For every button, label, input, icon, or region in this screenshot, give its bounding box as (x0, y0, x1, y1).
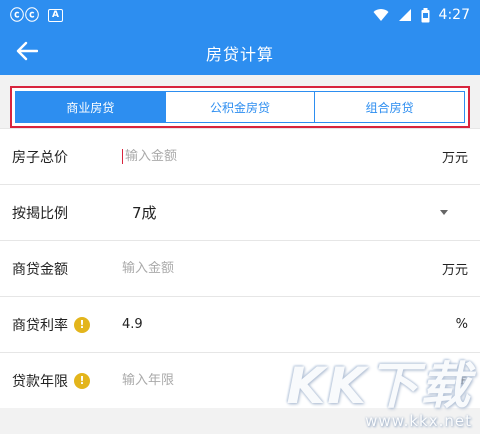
commercial-rate-label: 商贷利率 ! (12, 315, 112, 335)
total-price-input[interactable] (122, 149, 434, 164)
loan-years-label: 贷款年限 ! (12, 371, 112, 391)
total-price-row: 房子总价 万元 (0, 128, 480, 184)
status-bar: ⓒⓒ A 4:27 (0, 0, 480, 30)
down-payment-ratio-row[interactable]: 按揭比例 7成 (0, 184, 480, 240)
total-price-label: 房子总价 (12, 147, 112, 167)
commercial-rate-input[interactable] (122, 317, 448, 332)
loan-years-label-text: 贷款年限 (12, 373, 68, 390)
status-left: ⓒⓒ A (10, 5, 63, 25)
notification-a-icon: A (48, 8, 63, 22)
page-title: 房贷计算 (205, 44, 274, 64)
signal-icon (398, 8, 412, 22)
loan-years-unit: 年 (454, 375, 468, 390)
commercial-rate-row: 商贷利率 ! % (0, 296, 480, 352)
commercial-loan-amount-row: 商贷金额 万元 (0, 240, 480, 296)
commercial-loan-amount-label-text: 商贷金额 (12, 261, 68, 278)
loan-years-input[interactable] (122, 373, 447, 388)
loan-years-row: 贷款年限 ! 年 (0, 352, 480, 408)
wifi-icon (373, 8, 389, 22)
commercial-rate-unit: % (455, 317, 468, 332)
total-price-label-text: 房子总价 (12, 149, 68, 166)
commercial-loan-amount-input[interactable] (122, 261, 434, 276)
commercial-loan-amount-unit: 万元 (441, 263, 468, 278)
app-bar: 房贷计算 (0, 30, 480, 75)
loan-form: 房子总价 万元 按揭比例 7成 商贷金额 万元 商贷利率 ! % 贷款年限 ! … (0, 128, 480, 408)
arrow-left-icon (16, 41, 39, 65)
info-icon[interactable]: ! (74, 316, 90, 333)
tab-combined-loan[interactable]: 组合房贷 (315, 92, 465, 122)
status-right: 4:27 (373, 7, 470, 23)
down-payment-ratio-select[interactable]: 7成 (132, 202, 440, 223)
commercial-loan-amount-label: 商贷金额 (12, 259, 112, 279)
notification-app-icon: ⓒⓒ (10, 8, 40, 24)
watermark-url: www.kkx.net (365, 412, 472, 430)
down-payment-ratio-label: 按揭比例 (12, 203, 112, 223)
dropdown-arrow-icon[interactable] (440, 210, 448, 215)
tab-provident-fund-loan[interactable]: 公积金房贷 (165, 92, 316, 122)
loan-type-tabs: 商业房贷 公积金房贷 组合房贷 (15, 91, 465, 123)
loan-type-tab-strip: 商业房贷 公积金房贷 组合房贷 (10, 86, 470, 128)
battery-icon (421, 7, 430, 23)
info-icon[interactable]: ! (74, 372, 90, 389)
commercial-rate-label-text: 商贷利率 (12, 317, 68, 334)
back-button[interactable] (12, 38, 42, 68)
total-price-unit: 万元 (441, 151, 468, 166)
clock: 4:27 (438, 7, 470, 23)
tab-commercial-loan[interactable]: 商业房贷 (16, 92, 166, 122)
down-payment-ratio-label-text: 按揭比例 (12, 205, 68, 222)
